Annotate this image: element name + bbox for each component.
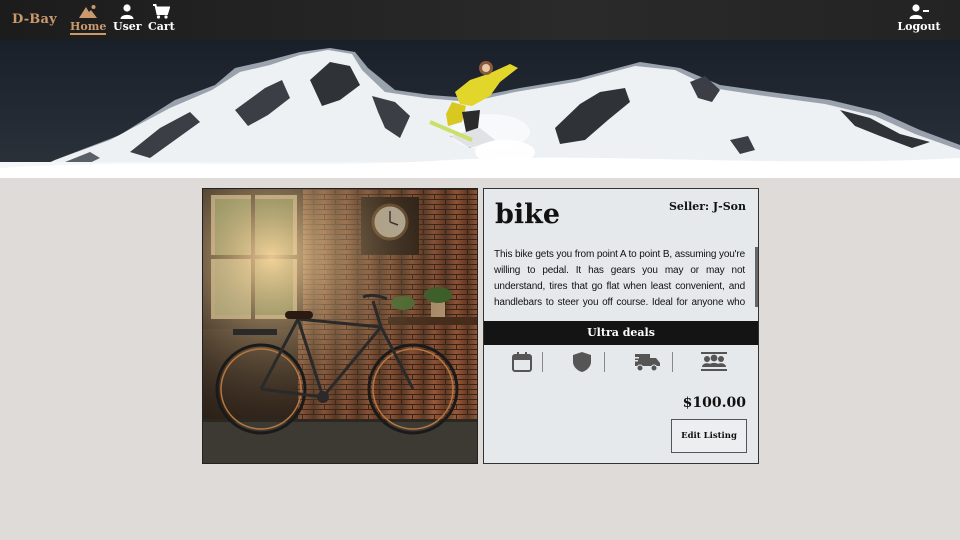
logout-button[interactable]: Logout [896, 4, 942, 33]
shield-icon [573, 352, 591, 372]
edit-listing-button[interactable]: Edit Listing [671, 419, 747, 453]
nav-cart[interactable]: Cart [148, 4, 175, 33]
bicycle-photo [203, 189, 477, 463]
hero-banner [0, 40, 960, 178]
nav-home[interactable]: Home [70, 4, 106, 35]
feature-community [684, 349, 744, 375]
feature-divider [542, 352, 543, 372]
nav-home-label: Home [70, 20, 107, 35]
description-scroll[interactable]: This bike gets you from point A to point… [494, 247, 756, 311]
product-image [202, 188, 478, 464]
delivery-truck-icon [633, 354, 660, 372]
nav-user[interactable]: User [113, 4, 142, 33]
product-title: bike [495, 199, 561, 230]
user-minus-icon [909, 4, 929, 19]
feature-calendar [492, 349, 552, 375]
brand-logo[interactable]: D-Bay [12, 12, 57, 27]
feature-divider [604, 352, 605, 372]
product-details-card: bike Seller: J-Son This bike gets you fr… [483, 188, 759, 464]
product-description: This bike gets you from point A to point… [494, 249, 745, 308]
feature-protection [552, 349, 612, 375]
top-nav: D-Bay Home User Cart Logout [0, 0, 960, 40]
feature-delivery [617, 349, 677, 375]
seller-label: Seller: J-Son [668, 200, 746, 213]
description-scrollbar[interactable] [755, 247, 758, 307]
calendar-icon [512, 352, 532, 372]
feature-divider [672, 352, 673, 372]
ultra-deals-banner: Ultra deals [484, 321, 758, 345]
mountain-banner-image [0, 48, 960, 178]
feature-icons-row [484, 349, 758, 375]
nav-user-label: User [113, 20, 142, 33]
product-price: $100.00 [682, 395, 746, 411]
group-icon [701, 352, 727, 371]
cart-icon [153, 4, 170, 19]
user-icon [120, 4, 134, 19]
nav-cart-label: Cart [148, 20, 175, 33]
home-mountain-icon [79, 5, 97, 18]
logout-label: Logout [897, 20, 941, 33]
